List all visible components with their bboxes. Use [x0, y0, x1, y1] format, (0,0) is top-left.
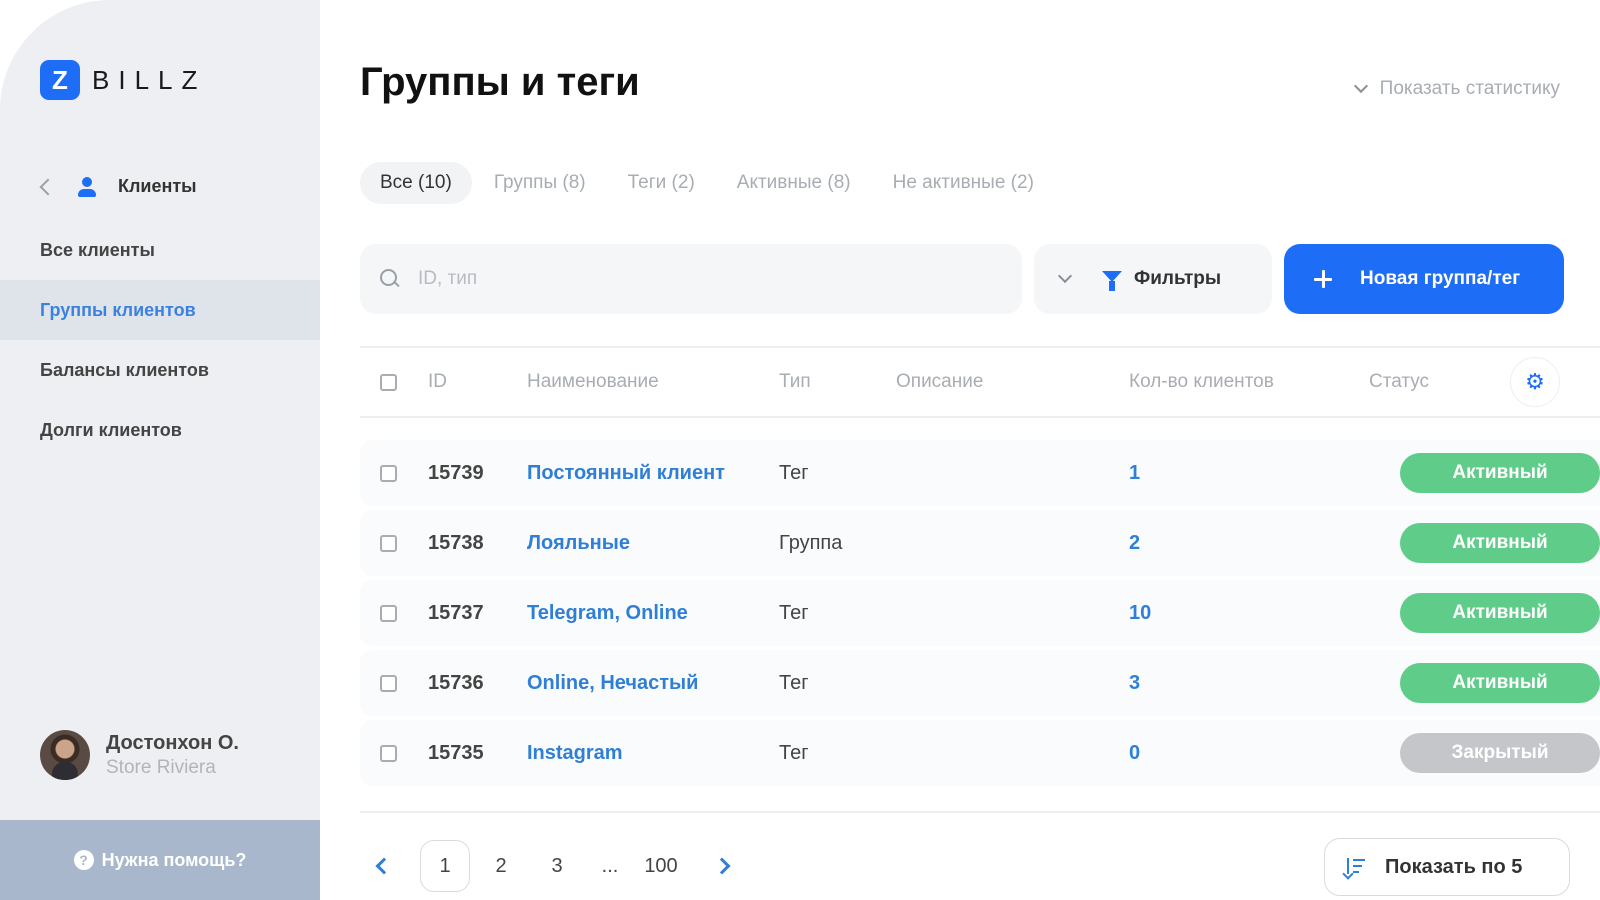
sidebar-item-client-debts[interactable]: Долги клиентов	[0, 400, 320, 460]
new-group-tag-label: Новая группа/тег	[1360, 268, 1521, 289]
table-row[interactable]: 15739 Постоянный клиент Тег 1 Активный	[360, 440, 1600, 506]
table-row[interactable]: 15738 Лояльные Группа 2 Активный	[360, 510, 1600, 576]
profile-name: Достонхон О.	[106, 731, 239, 754]
avatar	[40, 730, 90, 780]
per-page-label: Показать по 5	[1385, 855, 1523, 878]
table-divider	[360, 811, 1600, 813]
row-type: Тег	[779, 601, 809, 624]
new-group-tag-button[interactable]: Новая группа/тег	[1284, 244, 1564, 314]
chevron-down-icon	[1353, 78, 1368, 94]
search-icon	[380, 269, 400, 289]
row-name-link[interactable]: Telegram, Online	[527, 602, 688, 625]
row-id: 15737	[428, 601, 484, 624]
status-badge: Активный	[1400, 523, 1600, 563]
column-type[interactable]: Тип	[779, 371, 811, 393]
status-badge: Активный	[1400, 663, 1600, 703]
row-type: Группа	[779, 531, 843, 554]
sort-icon	[1345, 858, 1365, 876]
row-client-count[interactable]: 2	[1129, 532, 1140, 555]
row-name-link[interactable]: Online, Нечастый	[527, 672, 698, 695]
chevron-left-icon[interactable]	[39, 178, 57, 195]
column-name[interactable]: Наименование	[527, 371, 659, 393]
filter-icon	[1102, 270, 1122, 291]
table-body: 15739 Постоянный клиент Тег 1 Активный 1…	[360, 440, 1600, 786]
sidebar-item-client-groups[interactable]: Группы клиентов	[0, 280, 320, 340]
table-row[interactable]: 15736 Online, Нечастый Тег 3 Активный	[360, 650, 1600, 716]
row-client-count[interactable]: 0	[1129, 742, 1140, 765]
groups-table: ID Наименование Тип Описание Кол-во клие…	[360, 346, 1600, 790]
sidebar-item-client-balances[interactable]: Балансы клиентов	[0, 340, 320, 400]
per-page-selector[interactable]: Показать по 5	[1324, 838, 1570, 896]
search-box	[360, 244, 1022, 314]
page-button[interactable]: 3	[532, 855, 582, 878]
row-checkbox[interactable]	[380, 464, 397, 482]
filters-button[interactable]: Фильтры	[1034, 244, 1272, 314]
page-ellipsis: ...	[601, 854, 619, 877]
status-badge: Активный	[1400, 593, 1600, 633]
row-client-count[interactable]: 10	[1129, 602, 1151, 625]
row-client-count[interactable]: 3	[1129, 672, 1140, 695]
user-profile[interactable]: Достонхон О. Store Riviera	[40, 730, 239, 780]
chevron-down-icon	[1057, 268, 1073, 284]
show-statistics-toggle[interactable]: Показать статистику	[1353, 78, 1560, 100]
profile-store: Store Riviera	[106, 756, 216, 778]
status-badge: Закрытый	[1400, 733, 1600, 773]
page-title: Группы и теги	[360, 60, 640, 104]
page-button[interactable]: 2	[476, 855, 526, 878]
row-name-link[interactable]: Постоянный клиент	[527, 462, 725, 485]
column-description[interactable]: Описание	[896, 371, 983, 393]
sidebar-item-all-clients[interactable]: Все клиенты	[0, 220, 320, 280]
tab-inactive[interactable]: Не активные (2)	[893, 172, 1034, 194]
logo-mark: Z	[40, 60, 80, 100]
user-icon	[78, 176, 96, 197]
status-badge: Активный	[1400, 453, 1600, 493]
tab-tags[interactable]: Теги (2)	[628, 172, 695, 194]
question-icon: ?	[73, 850, 94, 870]
logo-text: BILLZ	[92, 64, 207, 95]
page-button[interactable]: 100	[636, 855, 686, 878]
tab-groups[interactable]: Группы (8)	[494, 172, 586, 194]
row-id: 15735	[428, 741, 484, 764]
row-name-link[interactable]: Лояльные	[527, 532, 630, 555]
row-checkbox[interactable]	[380, 604, 397, 622]
help-label: Нужна помощь?	[101, 849, 247, 870]
table-row[interactable]: 15737 Telegram, Online Тег 10 Активный	[360, 580, 1600, 646]
filters-label: Фильтры	[1134, 268, 1222, 289]
sidebar-nav: Все клиенты Группы клиентов Балансы клие…	[0, 220, 320, 460]
row-checkbox[interactable]	[380, 674, 397, 692]
column-id[interactable]: ID	[428, 371, 447, 393]
row-name-link[interactable]: Instagram	[527, 742, 623, 765]
select-all-checkbox[interactable]	[380, 373, 397, 391]
search-input[interactable]	[418, 268, 998, 290]
row-checkbox[interactable]	[380, 744, 397, 762]
tab-all[interactable]: Все (10)	[360, 162, 472, 204]
table-row[interactable]: 15735 Instagram Тег 0 Закрытый	[360, 720, 1600, 786]
sidebar: Z BILLZ Клиенты Все клиенты Группы клиен…	[0, 0, 320, 900]
plus-icon	[1314, 270, 1332, 288]
row-type: Тег	[779, 741, 809, 764]
column-client-count[interactable]: Кол-во клиентов	[1129, 371, 1274, 393]
chevron-right-icon[interactable]	[713, 857, 731, 875]
gear-icon[interactable]: ⚙	[1510, 357, 1560, 407]
row-checkbox[interactable]	[380, 534, 397, 552]
nav-section-clients[interactable]: Клиенты	[38, 176, 197, 197]
filter-tabs: Все (10) Группы (8) Теги (2) Активные (8…	[360, 162, 1076, 204]
row-type: Тег	[779, 671, 809, 694]
table-header: ID Наименование Тип Описание Кол-во клие…	[360, 346, 1600, 418]
tab-active[interactable]: Активные (8)	[737, 172, 851, 194]
row-type: Тег	[779, 461, 809, 484]
row-client-count[interactable]: 1	[1129, 462, 1140, 485]
column-status[interactable]: Статус	[1369, 371, 1429, 393]
nav-section-label: Клиенты	[118, 176, 197, 196]
page-button-current[interactable]: 1	[420, 840, 470, 892]
row-id: 15736	[428, 671, 484, 694]
show-statistics-label: Показать статистику	[1379, 78, 1560, 99]
row-id: 15739	[428, 461, 484, 484]
pagination: 1 2 3 ... 100	[370, 840, 731, 892]
logo[interactable]: Z BILLZ	[40, 60, 206, 100]
help-button[interactable]: ? Нужна помощь?	[0, 820, 320, 900]
chevron-left-icon[interactable]	[375, 857, 393, 875]
row-id: 15738	[428, 531, 484, 554]
profile-text: Достонхон О. Store Riviera	[106, 732, 239, 779]
